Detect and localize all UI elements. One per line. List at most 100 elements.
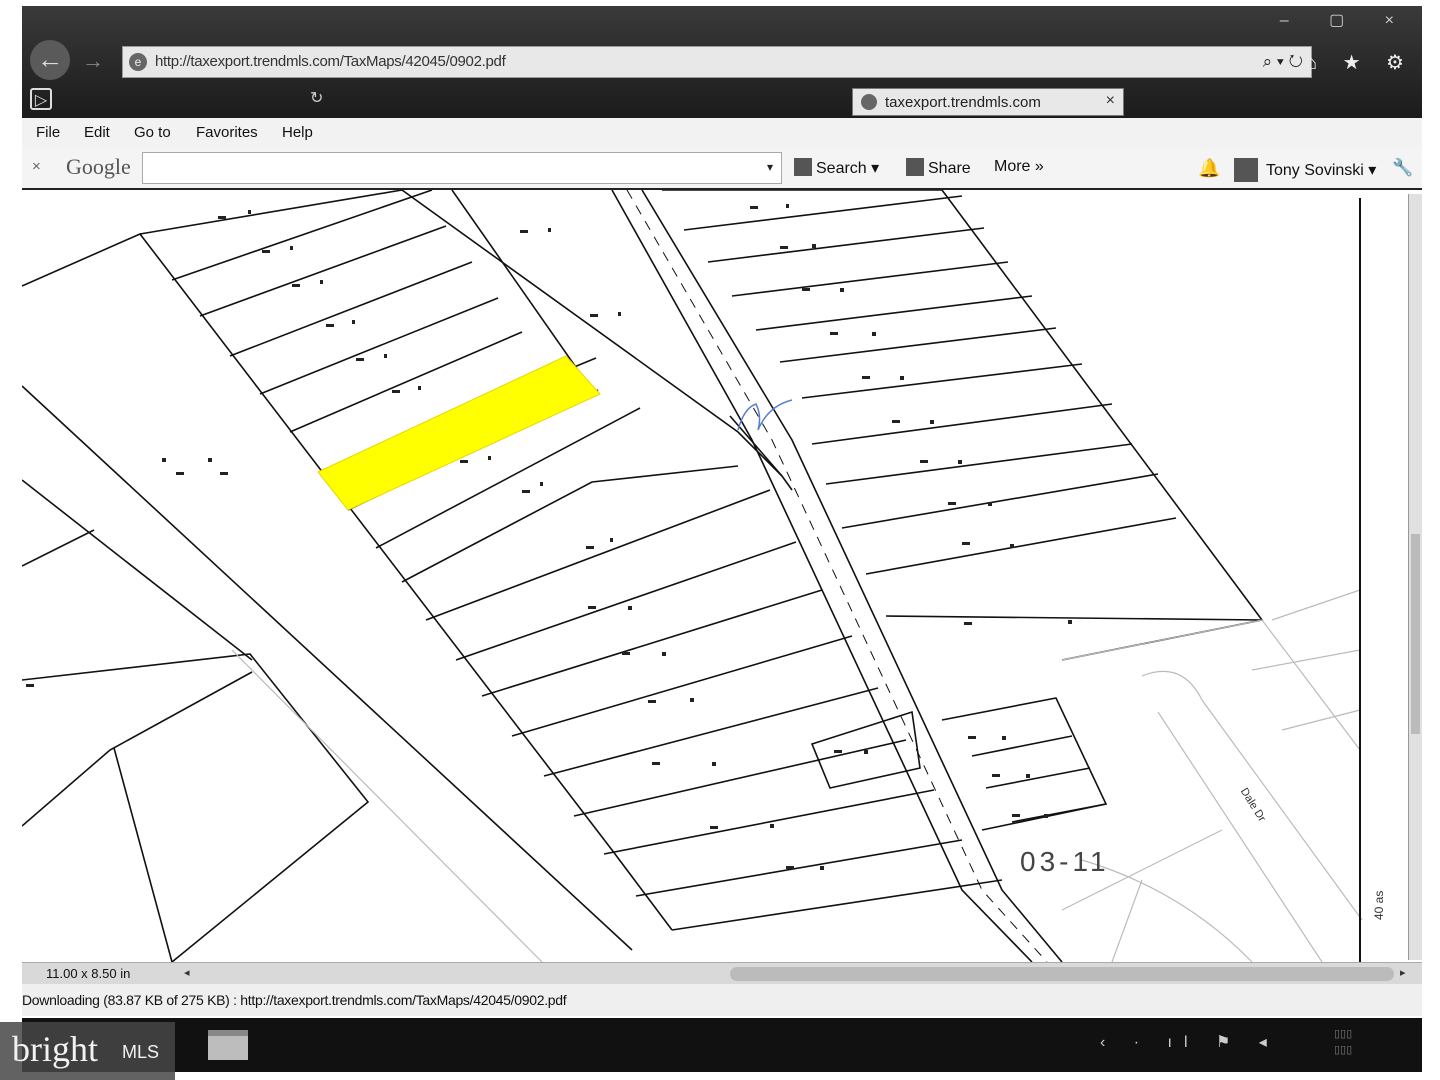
lot-marker [218,216,226,219]
lot-line [603,789,935,855]
lot-marker [1044,814,1048,818]
lot-marker [988,502,992,506]
lot-marker [292,284,300,287]
lot-line [543,687,879,777]
bright-mls-logo: bright MLS [0,1022,175,1080]
page-size-label: 11.00 x 8.50 in [46,966,131,981]
lot-line [801,363,1083,399]
more-button[interactable]: More » [994,158,1044,176]
share-icon [906,158,924,176]
lot-line [635,839,963,897]
lot-marker [588,606,596,609]
lot-marker [834,750,842,753]
tab-title: taxexport.trendmls.com [885,94,1041,111]
window-controls[interactable]: – ▢ × [1280,10,1412,30]
lot-marker [710,826,718,829]
tab-favicon-icon [861,94,877,110]
lot-marker [864,750,868,754]
search-button[interactable]: Search ▾ [794,158,879,178]
pdf-page-bar: 11.00 x 8.50 in ◂ ▸ [22,962,1422,985]
menu-favorites[interactable]: Favorites [196,124,258,141]
lot-line [779,327,1057,363]
share-button[interactable]: Share [906,158,971,178]
lot-marker [968,736,976,739]
tab-strip: ▷ ↻ taxexport.trendmls.com × [22,84,1422,116]
lot-marker [1010,544,1014,548]
adjacent-parcel [1271,589,1361,621]
address-bar[interactable]: e http://taxexport.trendmls.com/TaxMaps/… [122,46,1312,78]
lot-line [425,489,771,621]
menu-bar: File Edit Go to Favorites Help [22,118,1422,148]
lot-marker [900,376,904,380]
pane-icon[interactable]: ▷ [30,88,52,110]
avatar[interactable] [1234,158,1258,182]
lot-marker [830,332,838,335]
road-edge [22,233,673,931]
road-edge [641,190,1063,962]
user-name[interactable]: Tony Sovinski ▾ [1266,160,1376,180]
tab-taxexport[interactable]: taxexport.trendmls.com × [852,88,1124,116]
lot-line [259,297,499,395]
bell-icon[interactable]: 🔔 [1198,158,1220,179]
lot-line [755,295,1033,331]
scroll-right-icon[interactable]: ▸ [1400,966,1406,979]
lot-marker [862,376,870,379]
lot-marker [590,314,598,317]
lot-marker [786,866,794,869]
lot-marker [690,698,694,702]
adjacent-parcel [1281,709,1361,731]
search-toolbar-icon [794,158,812,176]
lot-line [841,473,1159,529]
parcel [662,190,1264,661]
lot-marker [786,204,789,208]
lot-marker [802,288,810,291]
lot-marker [384,354,387,358]
menu-goto[interactable]: Go to [134,124,171,141]
lot-marker [622,652,630,655]
tab-close-icon[interactable]: × [1106,92,1115,110]
lot-marker [262,250,270,253]
menu-file[interactable]: File [36,124,60,141]
scroll-left-icon[interactable]: ◂ [184,966,190,979]
file-explorer-icon[interactable] [208,1030,248,1060]
search-dropdown-icon[interactable]: ▾ [767,160,773,174]
lot-marker [326,324,334,327]
tax-map [22,190,1363,962]
lot-marker [290,246,293,250]
browser-window: ← → e http://taxexport.trendmls.com/TaxM… [22,6,1422,1072]
wrench-icon[interactable]: 🔧 [1392,158,1413,178]
lot-marker [948,502,956,505]
parcel [22,671,253,827]
lot-marker [1002,736,1006,740]
lot-marker [208,458,212,462]
lot-marker [920,460,928,463]
forward-button[interactable]: → [78,46,108,76]
reload-icon[interactable]: ↻ [310,88,323,108]
parcel-number-label: 03-11 [1020,846,1110,877]
menu-edit[interactable]: Edit [84,124,110,141]
lot-marker [1068,620,1072,624]
lot-line [731,261,1009,297]
pdf-map-viewport[interactable]: 03-11 Dale Dr 40 as [22,190,1422,962]
taskbar: ‹ · ıl ⚑ ◂ ▯▯▯ ▯▯▯ [22,1018,1422,1072]
adjacent-road [1157,711,1323,962]
google-toolbar: × Google ▾ Search ▾ Share More » 🔔 Tony … [22,148,1422,190]
lot-line [171,190,433,281]
home-favorites-settings-icons[interactable]: ⌂ ★ ⚙ [1305,50,1414,75]
parcel [139,190,403,235]
search-refresh-icons[interactable]: ⌕ ▾ ↻ [1263,52,1303,72]
lot-line [671,879,1003,931]
vertical-scroll-thumb[interactable] [1411,534,1420,734]
back-button[interactable]: ← [30,40,70,80]
url-text[interactable]: http://taxexport.trendmls.com/TaxMaps/42… [155,53,506,70]
system-tray-icons[interactable]: ‹ · ıl ⚑ ◂ [1100,1032,1279,1052]
horizontal-scrollbar[interactable] [730,967,1394,981]
clock[interactable]: ▯▯▯ ▯▯▯ [1334,1026,1352,1058]
adjacent-parcel [1061,619,1361,962]
scale-label: 40 as [1372,890,1386,920]
menu-help[interactable]: Help [282,124,313,141]
google-search-input[interactable] [142,152,782,184]
toolbar-close-icon[interactable]: × [32,158,41,175]
vertical-scrollbar[interactable] [1408,194,1422,960]
lot-marker [840,288,844,292]
